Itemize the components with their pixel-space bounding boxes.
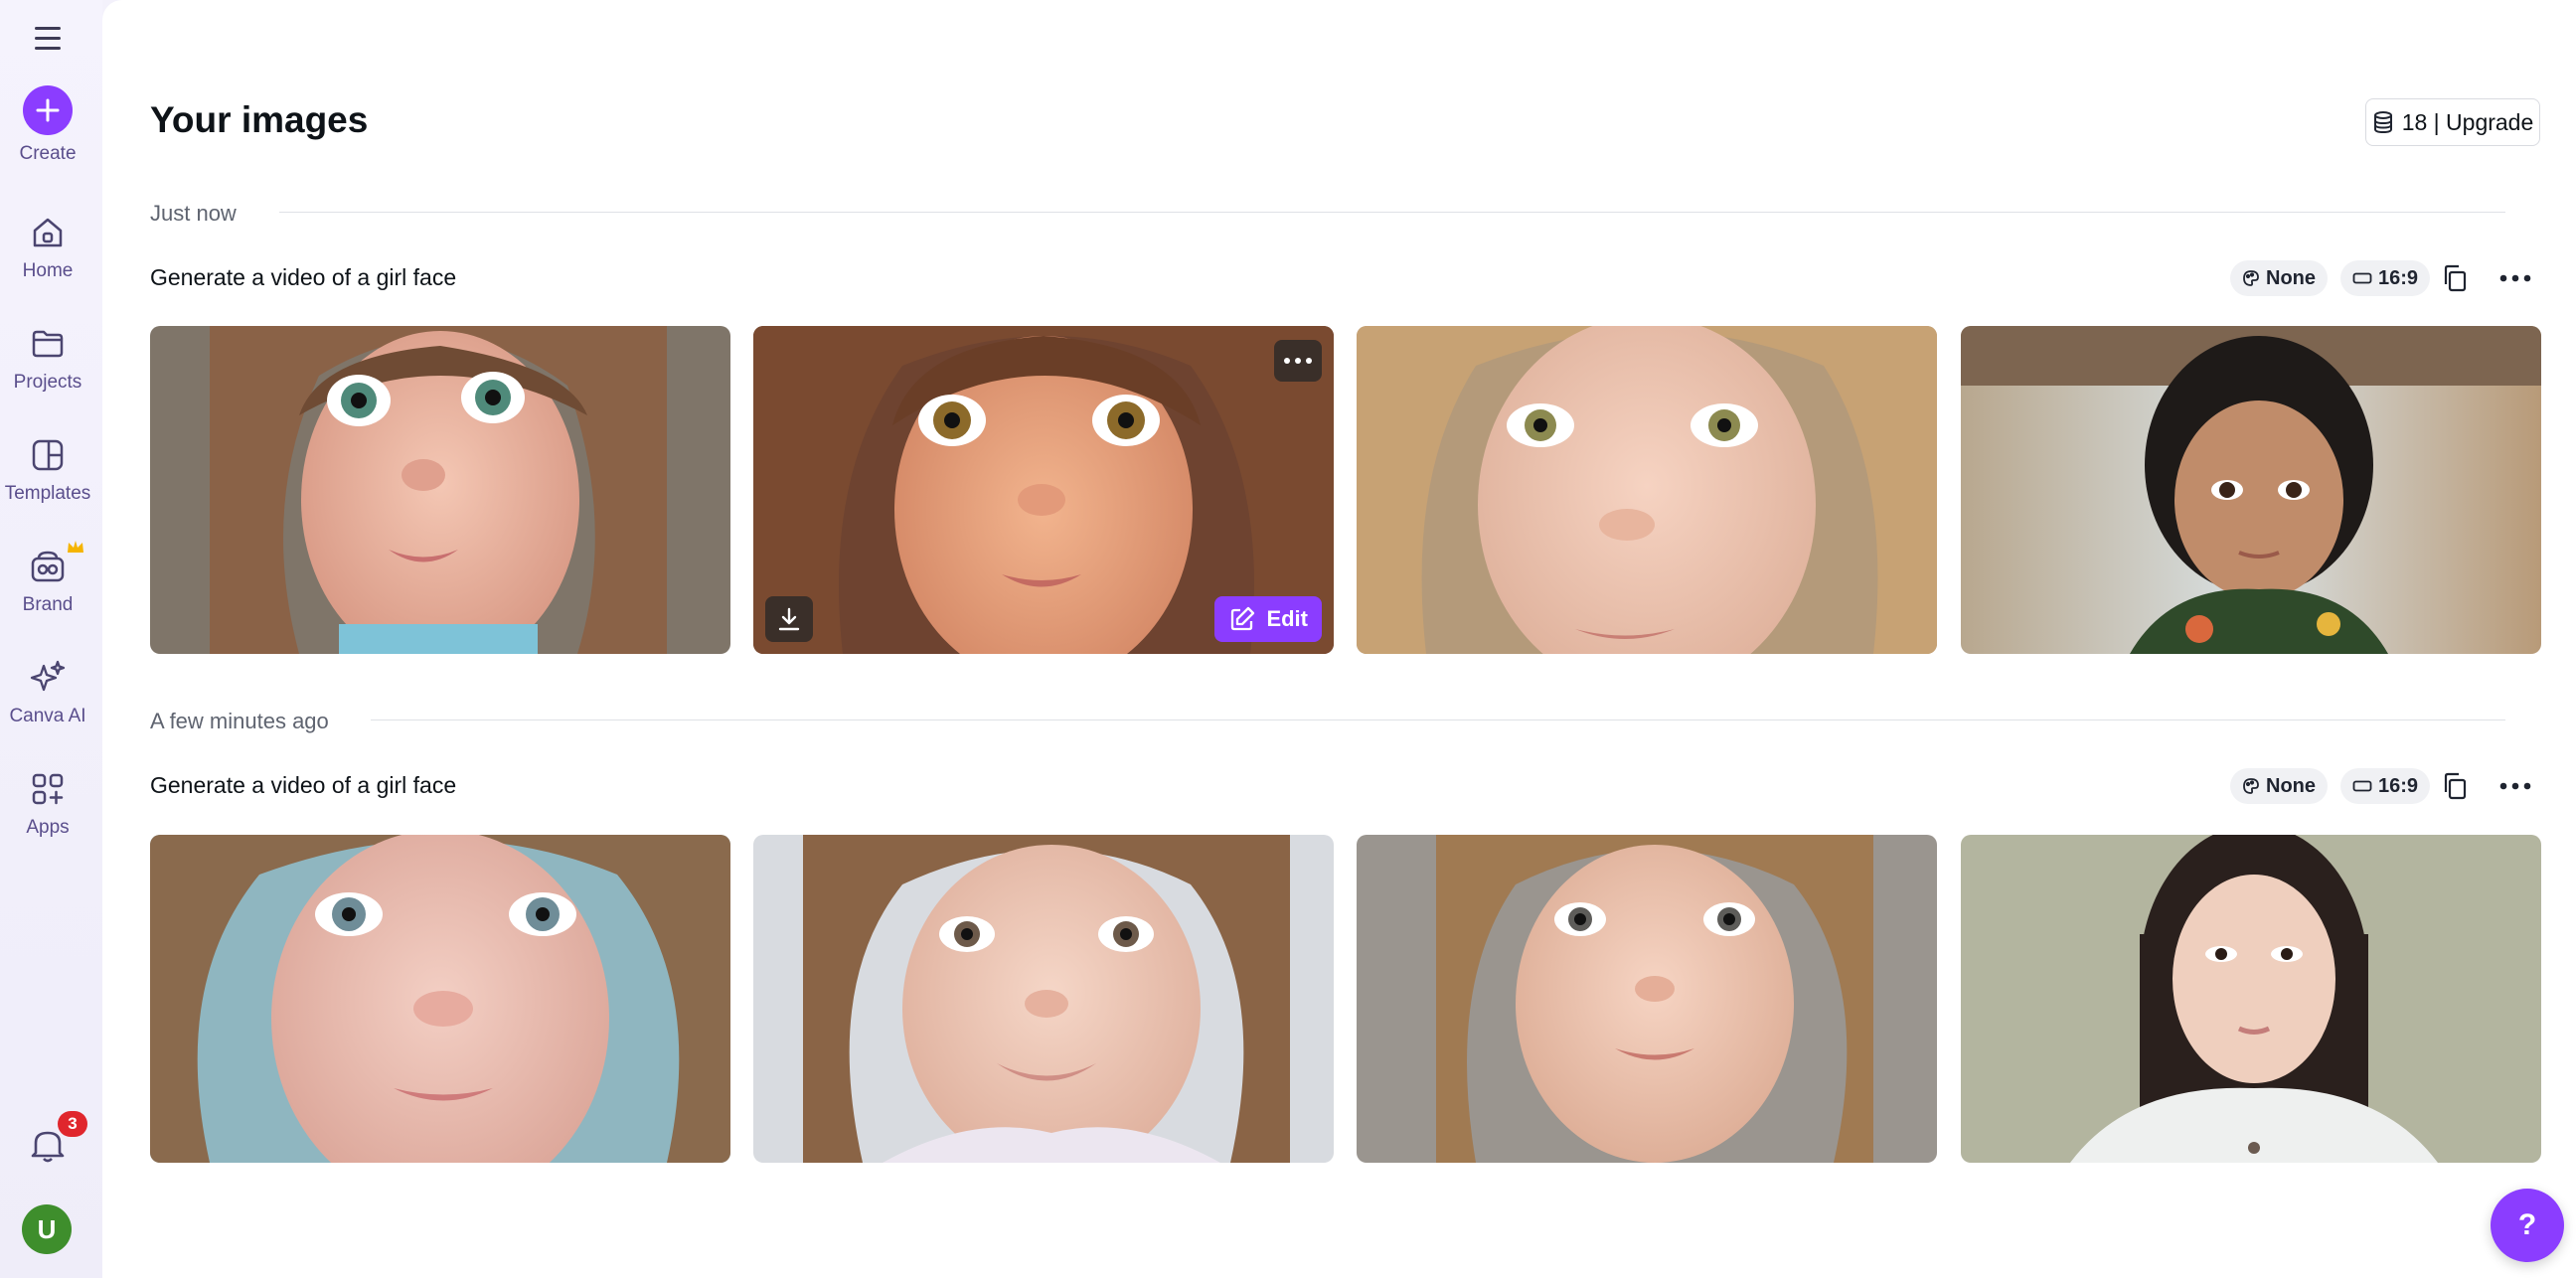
credits-label: 18 | Upgrade xyxy=(2401,108,2534,135)
girl-portrait-image xyxy=(1357,835,1937,1163)
generated-image-1[interactable] xyxy=(150,326,730,654)
sidebar-item-label: Canva AI xyxy=(9,706,86,726)
divider xyxy=(371,719,2505,720)
girl-portrait-image xyxy=(150,835,730,1163)
ellipsis-icon xyxy=(2499,782,2531,790)
edit-pencil-icon xyxy=(1231,606,1255,631)
avatar[interactable]: U xyxy=(22,1204,72,1254)
prompt-text: Generate a video of a girl face xyxy=(150,772,457,798)
coins-stack-icon xyxy=(2373,111,2392,134)
download-button[interactable] xyxy=(765,596,813,642)
sidebar-item-label: Brand xyxy=(22,594,74,615)
ratio-chip[interactable]: 16:9 xyxy=(2340,260,2431,296)
more-options-button[interactable] xyxy=(2494,256,2537,300)
style-chip-label: None xyxy=(2266,774,2316,797)
generated-image-6[interactable] xyxy=(753,835,1334,1163)
style-chip[interactable]: None xyxy=(2230,768,2328,804)
style-chip[interactable]: None xyxy=(2230,260,2328,296)
ratio-chip-label: 16:9 xyxy=(2378,774,2419,797)
sidebar-item-create[interactable]: Create xyxy=(0,85,95,165)
sidebar-item-apps[interactable]: Apps xyxy=(0,767,95,839)
sidebar-item-brand[interactable]: Brand xyxy=(0,541,95,616)
page-title: Your images xyxy=(150,99,369,140)
folder-icon xyxy=(26,322,70,366)
sidebar-item-canva-ai[interactable]: Canva AI xyxy=(0,656,95,727)
aspect-ratio-icon xyxy=(2352,780,2372,792)
edit-image-button[interactable]: Edit xyxy=(1214,596,1322,642)
group-time-label: Just now xyxy=(150,201,237,226)
palette-icon xyxy=(2243,270,2259,286)
sidebar-item-label: Create xyxy=(19,143,77,164)
sidebar-item-home[interactable]: Home xyxy=(0,211,95,282)
apps-grid-icon xyxy=(26,767,70,811)
home-icon xyxy=(26,211,70,254)
more-options-button[interactable] xyxy=(2494,764,2537,808)
plus-icon xyxy=(23,85,73,135)
girl-portrait-image xyxy=(753,835,1334,1163)
girl-portrait-image xyxy=(1357,326,1937,654)
copy-icon xyxy=(2444,264,2467,292)
credits-upgrade-button[interactable]: 18 | Upgrade xyxy=(2365,98,2540,146)
copy-prompt-button[interactable] xyxy=(2433,764,2477,808)
ratio-chip-label: 16:9 xyxy=(2378,266,2419,289)
ellipsis-icon xyxy=(2499,274,2531,282)
crown-icon xyxy=(68,541,83,553)
generated-image-2[interactable]: Edit xyxy=(753,326,1334,654)
sidebar-item-label: Apps xyxy=(26,817,70,838)
style-chip-label: None xyxy=(2266,266,2316,289)
girl-portrait-image xyxy=(1961,326,2541,654)
generated-image-5[interactable] xyxy=(150,835,730,1163)
notifications-button[interactable]: 3 xyxy=(24,1111,87,1169)
sidebar-item-projects[interactable]: Projects xyxy=(0,322,95,394)
sidebar: Create Home Projects Templates Brand Can… xyxy=(0,0,102,1278)
brand-icon xyxy=(26,545,70,588)
notification-badge: 3 xyxy=(58,1111,87,1137)
generated-image-8[interactable] xyxy=(1961,835,2541,1163)
girl-portrait-image xyxy=(1961,835,2541,1163)
palette-icon xyxy=(2243,778,2259,794)
sidebar-item-label: Templates xyxy=(4,483,91,504)
hamburger-menu-icon[interactable] xyxy=(28,18,68,58)
ratio-chip[interactable]: 16:9 xyxy=(2340,768,2431,804)
group-time-label: A few minutes ago xyxy=(150,709,329,733)
templates-icon xyxy=(26,433,70,477)
sidebar-item-label: Projects xyxy=(13,372,82,393)
divider xyxy=(279,212,2505,213)
image-more-options-button[interactable] xyxy=(1274,340,1322,382)
generated-image-7[interactable] xyxy=(1357,835,1937,1163)
download-icon xyxy=(778,607,800,631)
sidebar-item-label: Home xyxy=(22,260,74,281)
generated-image-4[interactable] xyxy=(1961,326,2541,654)
sidebar-item-templates[interactable]: Templates xyxy=(0,433,95,505)
copy-prompt-button[interactable] xyxy=(2433,256,2477,300)
girl-portrait-image xyxy=(150,326,730,654)
generated-image-3[interactable] xyxy=(1357,326,1937,654)
edit-label: Edit xyxy=(1266,606,1308,631)
main-panel: Your images 18 | Upgrade Just now Genera… xyxy=(102,0,2576,1278)
prompt-text: Generate a video of a girl face xyxy=(150,264,457,290)
copy-icon xyxy=(2444,772,2467,800)
sparkle-icon xyxy=(26,656,70,700)
help-button[interactable]: ? xyxy=(2491,1189,2564,1262)
aspect-ratio-icon xyxy=(2352,272,2372,284)
